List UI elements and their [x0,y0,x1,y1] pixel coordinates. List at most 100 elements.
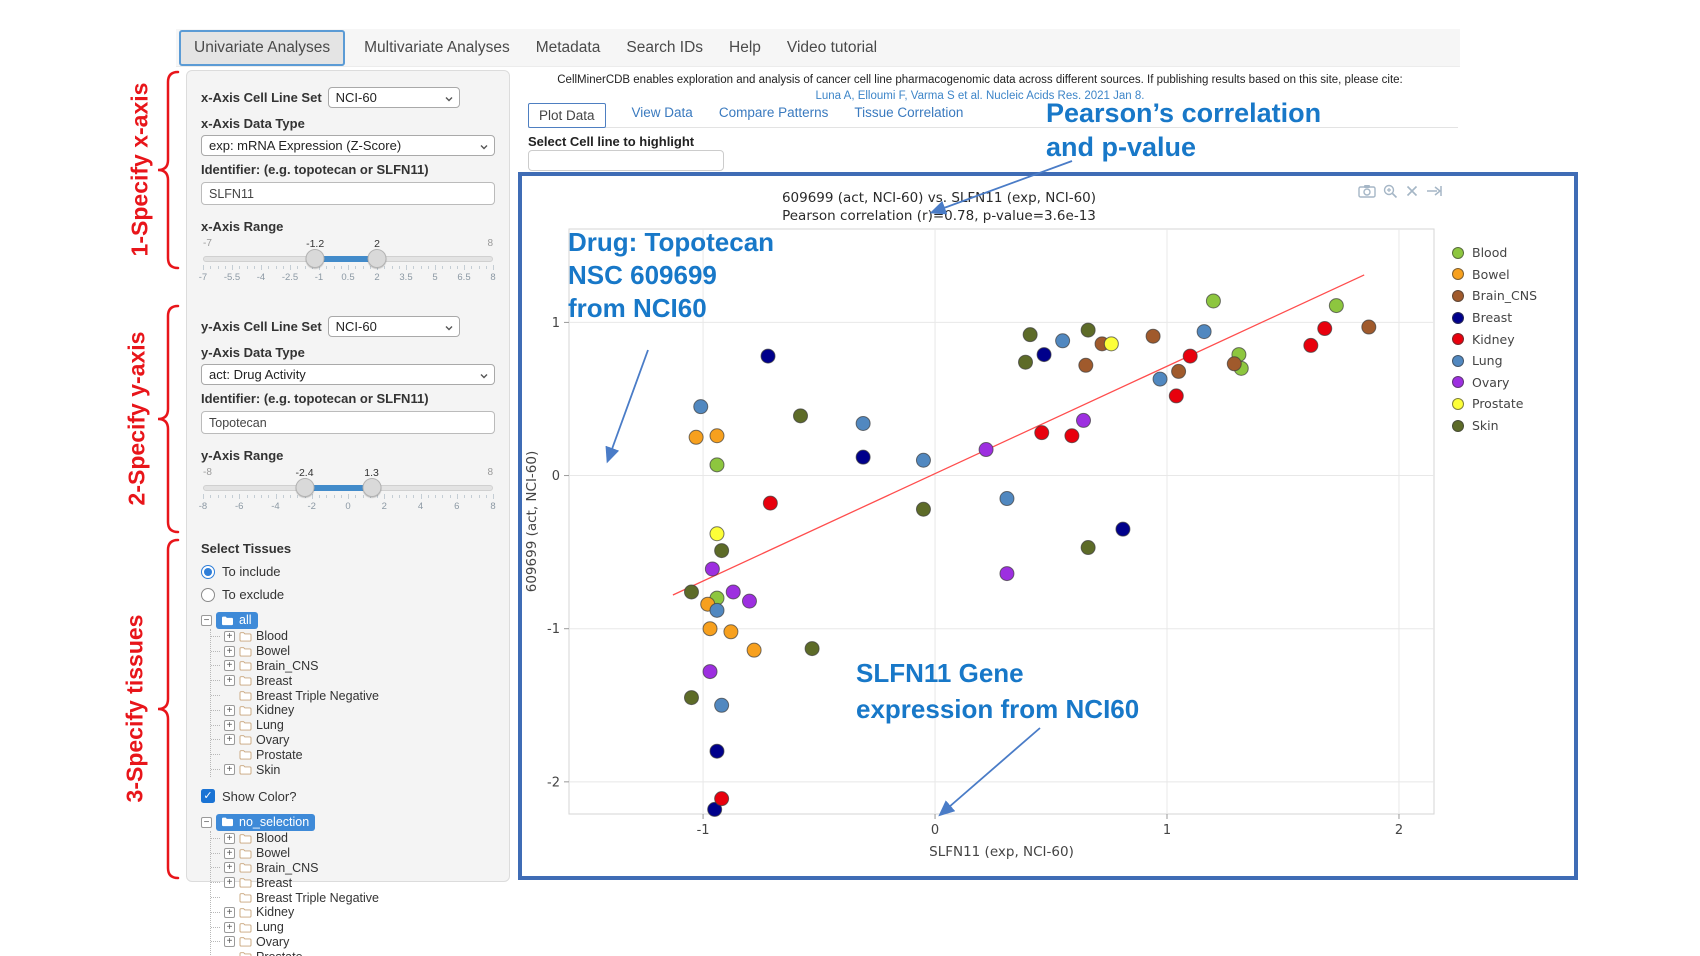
tree-item-blood[interactable]: +Blood [211,831,495,846]
tree-color-root-chip[interactable]: no_selection [216,814,315,831]
legend-item-prostate[interactable]: Prostate [1452,393,1537,415]
data-point-breast[interactable] [1116,522,1130,536]
data-point-bowel[interactable] [710,429,724,443]
data-point-breast[interactable] [761,349,775,363]
data-point-lung[interactable] [715,698,729,712]
expand-icon[interactable]: + [224,631,235,642]
expand-icon[interactable]: + [224,936,235,947]
data-point-skin[interactable] [684,691,698,705]
tree-item-bowel[interactable]: +Bowel [211,846,495,861]
data-point-ovary[interactable] [726,585,740,599]
legend-item-breast[interactable]: Breast [1452,307,1537,329]
tab-tissue-correlation[interactable]: Tissue Correlation [854,105,963,120]
show-color-checkbox[interactable]: ✓ Show Color? [201,789,495,804]
data-point-lung[interactable] [916,453,930,467]
data-point-breast[interactable] [856,450,870,464]
x-range-slider[interactable]: -78-1.22-7-5.5-4-2.5-10.523.556.58 [203,238,493,290]
legend-item-ovary[interactable]: Ovary [1452,372,1537,394]
tree-item-kidney[interactable]: +Kidney [211,703,495,718]
data-point-lung[interactable] [694,400,708,414]
data-point-blood[interactable] [1206,294,1220,308]
data-point-brain-cns[interactable] [1146,329,1160,343]
expand-icon[interactable]: + [224,922,235,933]
tree-item-ovary[interactable]: +Ovary [211,733,495,748]
data-point-lung[interactable] [1056,334,1070,348]
expand-icon[interactable]: + [224,705,235,716]
nav-tab-univariate-analyses[interactable]: Univariate Analyses [179,30,345,66]
autoscale-icon[interactable] [1426,184,1442,198]
data-point-kidney[interactable] [1183,349,1197,363]
tree-item-brain-cns[interactable]: +Brain_CNS [211,861,495,876]
data-point-ovary[interactable] [1000,567,1014,581]
data-point-lung[interactable] [710,603,724,617]
expand-icon[interactable]: + [224,720,235,731]
data-point-skin[interactable] [794,409,808,423]
y-cell-line-select[interactable]: NCI-60 [328,316,460,337]
legend-item-lung[interactable]: Lung [1452,350,1537,372]
data-point-brain-cns[interactable] [1227,357,1241,371]
data-point-brain-cns[interactable] [1172,364,1186,378]
data-point-skin[interactable] [1019,355,1033,369]
tree-item-breast-triple-negative[interactable]: Breast Triple Negative [211,890,495,905]
data-point-kidney[interactable] [715,792,729,806]
tree-item-kidney[interactable]: +Kidney [211,905,495,920]
tree-item-prostate[interactable]: Prostate [211,949,495,956]
collapse-icon[interactable]: − [201,817,212,828]
data-point-kidney[interactable] [1065,429,1079,443]
nav-tab-search-ids[interactable]: Search IDs [613,32,716,64]
tree-item-prostate[interactable]: Prostate [211,747,495,762]
expand-icon[interactable]: + [224,833,235,844]
y-identifier-input[interactable] [201,411,495,434]
data-point-brain-cns[interactable] [1362,320,1376,334]
expand-icon[interactable]: + [224,877,235,888]
tree-item-blood[interactable]: +Blood [211,629,495,644]
nav-tab-multivariate-analyses[interactable]: Multivariate Analyses [351,32,523,64]
x-data-type-select[interactable]: exp: mRNA Expression (Z-Score) [201,135,495,156]
data-point-lung[interactable] [1153,372,1167,386]
data-point-kidney[interactable] [1169,389,1183,403]
expand-icon[interactable]: + [224,764,235,775]
legend-item-bowel[interactable]: Bowel [1452,264,1537,286]
data-point-lung[interactable] [856,416,870,430]
data-point-prostate[interactable] [710,527,724,541]
expand-icon[interactable]: + [224,660,235,671]
legend-item-blood[interactable]: Blood [1452,242,1537,264]
tree-item-lung[interactable]: +Lung [211,920,495,935]
tree-item-breast-triple-negative[interactable]: Breast Triple Negative [211,688,495,703]
y-range-slider[interactable]: -88-2.41.3-8-6-4-202468 [203,467,493,519]
data-point-skin[interactable] [1081,323,1095,337]
camera-icon[interactable] [1358,184,1376,198]
data-point-ovary[interactable] [1076,413,1090,427]
slider-handle-high[interactable] [368,249,387,268]
data-point-ovary[interactable] [742,594,756,608]
expand-icon[interactable]: + [224,848,235,859]
data-point-kidney[interactable] [763,496,777,510]
legend-item-brain-cns[interactable]: Brain_CNS [1452,285,1537,307]
nav-tab-help[interactable]: Help [716,32,774,64]
tab-view-data[interactable]: View Data [632,105,693,120]
data-point-skin[interactable] [715,544,729,558]
y-data-type-select[interactable]: act: Drug Activity [201,364,495,385]
legend-item-skin[interactable]: Skin [1452,415,1537,437]
slider-handle-high[interactable] [362,478,381,497]
expand-icon[interactable]: + [224,734,235,745]
expand-icon[interactable]: + [224,646,235,657]
slider-handle-low[interactable] [306,249,325,268]
data-point-kidney[interactable] [1304,338,1318,352]
x-cell-line-select[interactable]: NCI-60 [328,87,460,108]
data-point-bowel[interactable] [689,430,703,444]
tree-include-root-chip[interactable]: all [216,612,258,629]
data-point-bowel[interactable] [703,622,717,636]
highlight-cell-line-input[interactable] [528,150,724,171]
data-point-ovary[interactable] [979,443,993,457]
radio-to-include[interactable]: To include [201,564,495,579]
slider-handle-low[interactable] [295,478,314,497]
data-point-lung[interactable] [1197,325,1211,339]
tree-item-brain-cns[interactable]: +Brain_CNS [211,659,495,674]
data-point-bowel[interactable] [724,625,738,639]
expand-icon[interactable]: + [224,675,235,686]
data-point-blood[interactable] [1329,299,1343,313]
tree-item-skin[interactable]: +Skin [211,762,495,777]
expand-icon[interactable]: + [224,862,235,873]
tree-include-root[interactable]: −all [201,612,495,629]
